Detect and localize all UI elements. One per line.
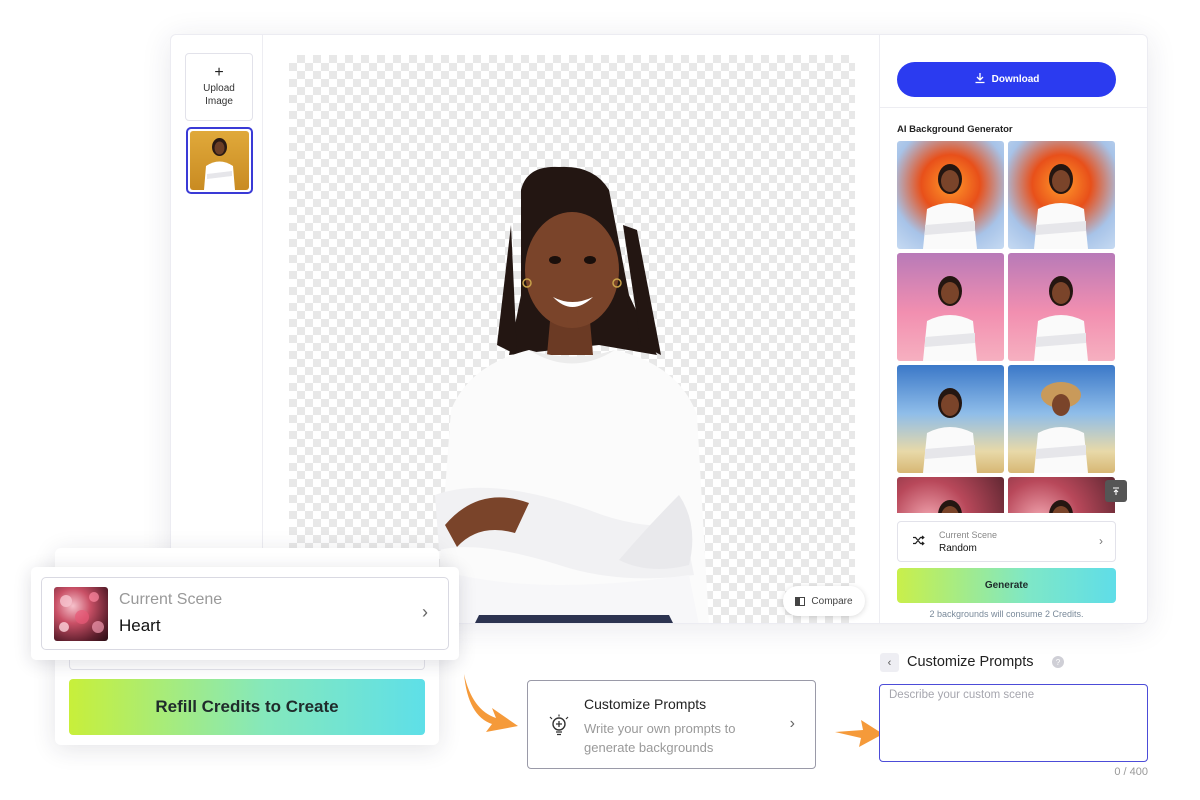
right-panel: Download AI Background Generator Current… [879,35,1147,623]
background-result-tile[interactable] [897,365,1004,473]
current-scene-card: Current Scene Heart › [31,567,459,660]
current-scene-value: Random [939,543,977,554]
background-result-tile[interactable] [1008,477,1115,513]
download-label: Download [991,74,1040,85]
person-thumbnail-figure [1034,382,1088,473]
compare-button[interactable]: Compare [783,586,865,616]
ai-background-generator-title: AI Background Generator [897,124,1013,135]
custom-scene-input[interactable] [879,684,1148,762]
background-result-tile[interactable] [1008,141,1115,249]
person-thumbnail-figure [923,388,977,473]
person-thumbnail-figure [1049,500,1073,513]
character-counter: 0 / 400 [1114,766,1148,778]
app-window: + Upload Image Compare Download AI Backg… [170,34,1148,624]
background-result-tile[interactable] [1008,365,1115,473]
scene-card-label: Current Scene [119,591,223,608]
heart-scene-thumbnail [54,587,108,641]
shuffle-icon [912,534,925,550]
heart-bokeh-figure [59,592,104,633]
customize-prompts-description: Write your own prompts to generate backg… [584,721,736,755]
help-icon[interactable]: ? [1052,656,1064,668]
person-thumbnail-figure [938,500,962,513]
refill-credits-button[interactable]: Refill Credits to Create [69,679,425,735]
person-thumbnail-figure [923,164,977,249]
lightbulb-plus-icon [548,714,570,736]
scene-card-value: Heart [119,616,161,635]
upload-label-line2: Image [205,96,233,107]
customize-prompts-heading: Customize Prompts [907,654,1034,670]
download-button[interactable]: Download [897,62,1116,97]
upload-image-button[interactable]: + Upload Image [185,53,253,121]
current-scene-label: Current Scene [939,530,998,540]
selected-image-thumbnail[interactable] [186,127,253,194]
background-result-tile[interactable] [1008,253,1115,361]
editing-canvas[interactable] [289,55,855,623]
person-thumbnail-figure [1034,276,1088,361]
current-scene-heart-selector[interactable]: Current Scene Heart › [41,577,449,650]
image-sidebar: + Upload Image [171,35,263,623]
background-result-tile[interactable] [897,253,1004,361]
background-results-grid [897,141,1116,513]
download-icon [974,72,986,87]
orange-arrow-icon [464,674,518,732]
background-result-tile[interactable] [897,477,1004,513]
person-cutout-image [435,166,709,623]
plus-icon: + [214,64,224,81]
customize-prompts-card[interactable]: Customize Prompts Write your own prompts… [527,680,816,769]
panel-divider [880,107,1147,108]
chevron-right-icon: › [789,715,795,732]
person-thumbnail-figure [923,276,977,361]
thumbnail-image [190,131,249,190]
stage: + Upload Image Compare Download AI Backg… [0,0,1200,800]
back-chevron-button[interactable]: ‹ [880,653,899,672]
credits-consumption-note: 2 backgrounds will consume 2 Credits. [929,609,1084,619]
chevron-right-icon: › [422,602,428,622]
chevron-right-icon: › [1099,534,1103,548]
compare-icon [795,596,806,606]
compare-label: Compare [811,595,853,607]
current-scene-selector[interactable]: Current Scene Random › [897,521,1116,562]
background-result-tile[interactable] [897,141,1004,249]
scroll-to-top-icon[interactable] [1105,480,1127,502]
thumbnail-person-figure [204,138,235,190]
generate-button[interactable]: Generate [897,568,1116,603]
upload-label-line1: Upload [203,83,235,94]
customize-prompts-title: Customize Prompts [584,696,707,712]
person-thumbnail-figure [1034,164,1088,249]
orange-arrow-icon [835,720,883,747]
